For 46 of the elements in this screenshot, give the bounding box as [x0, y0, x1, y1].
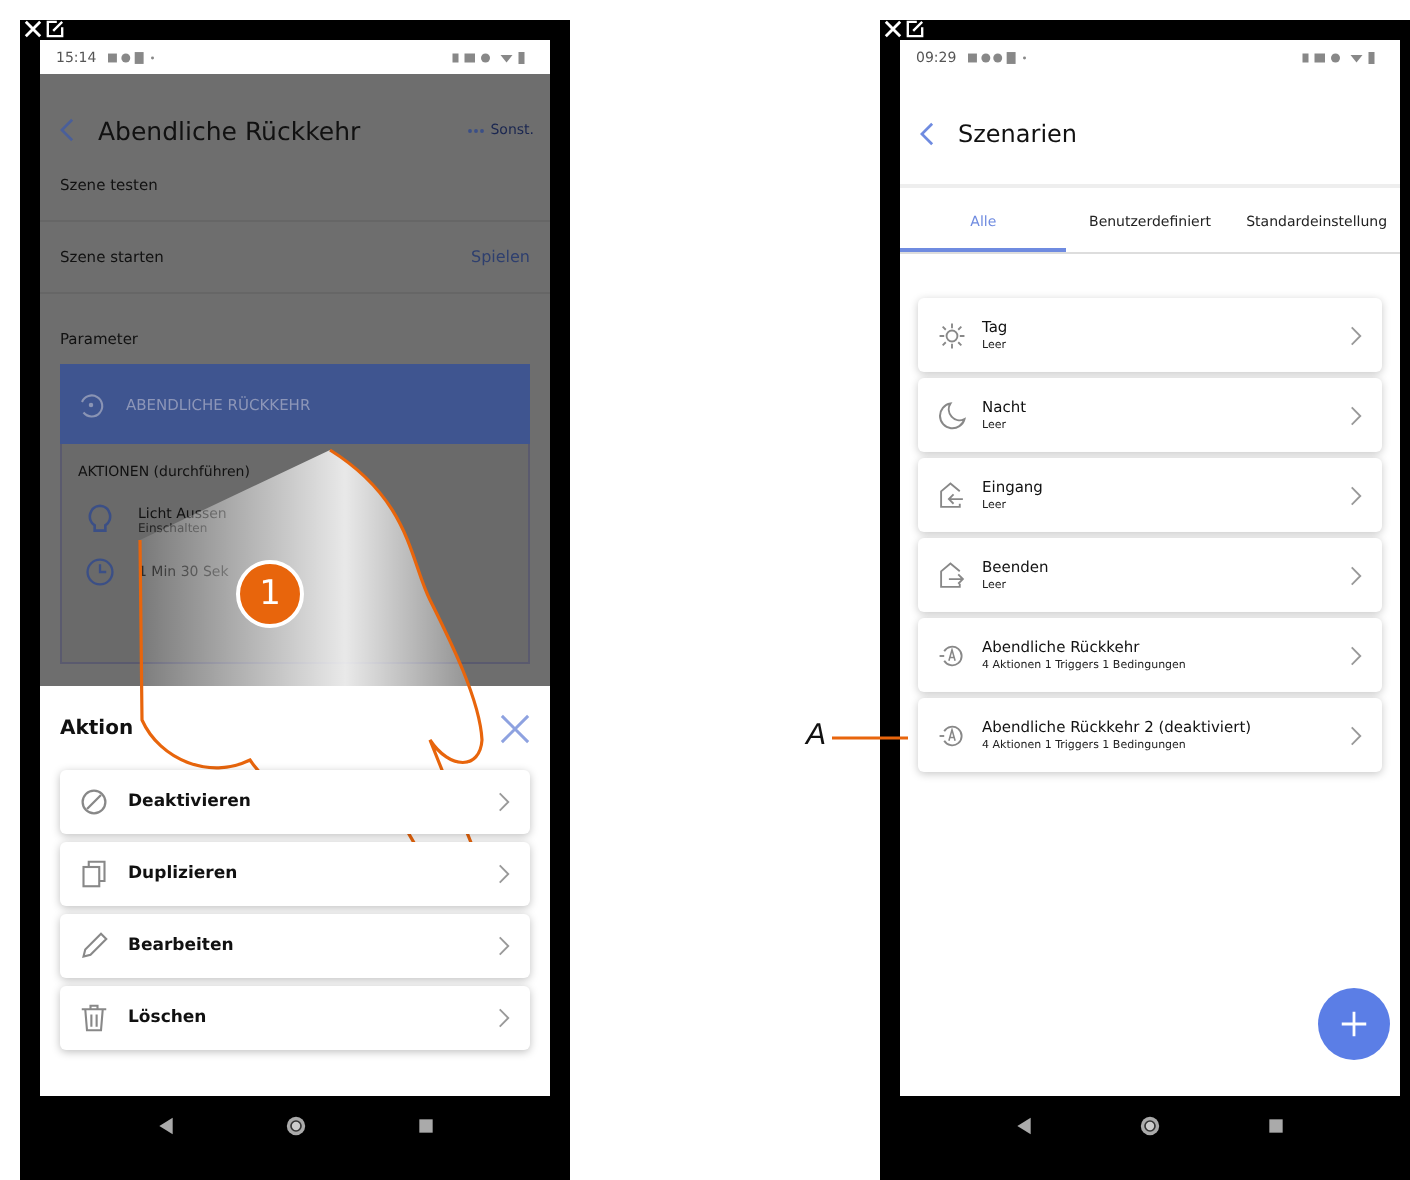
chevron-icon — [1350, 565, 1362, 585]
chevron-icon — [1350, 485, 1362, 505]
close-icon — [884, 20, 902, 38]
sheet-title: Aktion — [60, 717, 134, 739]
pencil-icon — [80, 932, 108, 960]
plus-icon — [1340, 1010, 1368, 1038]
sun-icon — [938, 321, 966, 349]
back-nav-icon[interactable] — [155, 1116, 175, 1136]
bulb-icon — [86, 504, 114, 536]
callout-label: A — [806, 718, 827, 752]
recents-nav-icon[interactable] — [415, 1116, 435, 1136]
action-item[interactable]: Löschen — [60, 986, 530, 1050]
chevron-icon — [1350, 645, 1362, 665]
back-icon[interactable] — [920, 122, 934, 146]
clock-icon — [86, 556, 114, 588]
action-item[interactable]: Deaktivieren — [60, 770, 530, 834]
chevron-icon — [1350, 325, 1362, 345]
chevron-icon — [498, 1008, 510, 1028]
back-nav-icon[interactable] — [1013, 1116, 1034, 1136]
disabled-icon — [80, 788, 108, 816]
add-button[interactable] — [1318, 988, 1390, 1060]
status-icons — [108, 51, 155, 63]
status-icons — [968, 51, 1027, 63]
home-nav-icon[interactable] — [285, 1116, 305, 1136]
chevron-icon — [498, 864, 510, 884]
close-icon — [24, 20, 42, 38]
chevron-icon — [498, 792, 510, 812]
action-item[interactable]: Bearbeiten — [60, 914, 530, 978]
leader-line — [832, 736, 908, 740]
chevron-icon — [498, 936, 510, 956]
auto-scene-icon — [938, 641, 966, 669]
auto-scene-icon — [938, 721, 966, 749]
auto-scene-icon — [76, 389, 106, 419]
trash-icon — [80, 1004, 108, 1032]
house-arrow-icon — [938, 481, 966, 509]
chevron-icon — [1350, 725, 1362, 745]
house-arrow-icon — [938, 561, 966, 589]
copy-icon — [80, 860, 108, 888]
home-nav-icon[interactable] — [1139, 1116, 1160, 1136]
recents-nav-icon[interactable] — [1266, 1116, 1287, 1136]
chevron-icon — [1350, 405, 1362, 425]
moon-icon — [938, 401, 966, 429]
action-item[interactable]: Duplizieren — [60, 842, 530, 906]
screen-title: Szenarien — [958, 120, 1078, 148]
more-icon — [466, 127, 487, 133]
screen-title: Abendliche Rückkehr — [98, 115, 361, 145]
